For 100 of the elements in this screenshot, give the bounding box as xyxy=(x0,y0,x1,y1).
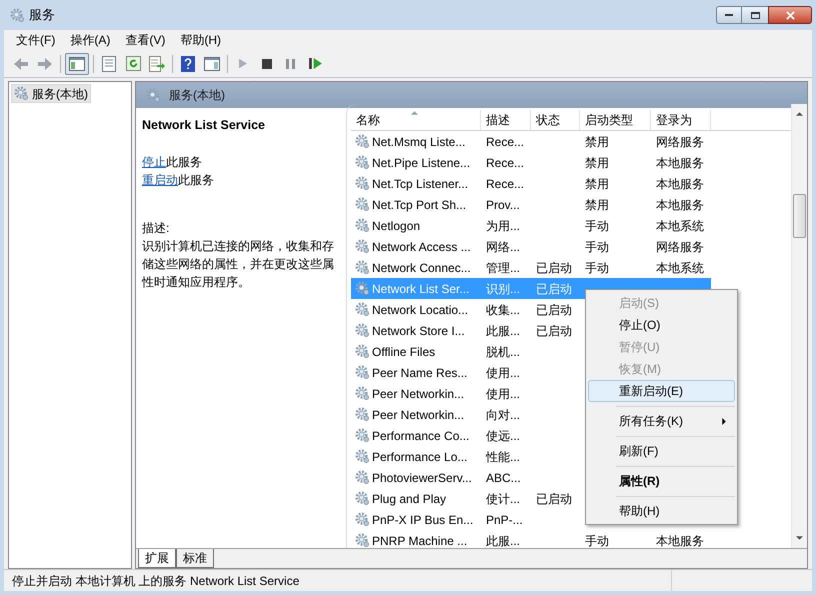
table-cell-text: Peer Name Res... xyxy=(372,364,468,382)
table-cell: 禁用 xyxy=(585,176,609,190)
service-row[interactable]: Netlogon 为用... 手动 本地系统 xyxy=(351,215,711,236)
menu-option[interactable]: 停止(O) xyxy=(588,314,735,336)
column-header[interactable]: 描述 xyxy=(481,110,531,130)
refresh-icon xyxy=(126,56,140,71)
window-panes-icon xyxy=(204,56,220,70)
pause-icon xyxy=(286,58,296,68)
gear-icon xyxy=(146,88,161,102)
menu-option[interactable]: 重新启动(E) xyxy=(588,380,735,402)
table-cell: 本地系统 xyxy=(656,218,704,232)
menu-item[interactable]: 帮助(H) xyxy=(174,31,227,49)
view-tab[interactable]: 扩展 xyxy=(138,549,176,568)
table-cell: 网络服务 xyxy=(656,240,704,254)
menu-item[interactable]: 查看(V) xyxy=(119,31,172,49)
table-cell-text: Network Store I... xyxy=(372,322,465,340)
table-cell: 网络服务 xyxy=(656,134,704,148)
column-header[interactable]: 状态 xyxy=(531,110,580,130)
table-cell-text: Performance Lo... xyxy=(372,448,468,466)
table-cell: 已启动 xyxy=(536,492,572,506)
table-cell: 网络... xyxy=(486,240,520,254)
table-cell-text: Net.Tcp Listener... xyxy=(372,176,468,192)
gear-icon xyxy=(355,323,370,338)
table-cell: ABC... xyxy=(486,470,521,484)
service-row[interactable]: Net.Tcp Listener... Rece... 禁用 本地服务 xyxy=(351,173,711,194)
gear-icon xyxy=(355,134,370,149)
close-button[interactable] xyxy=(768,6,812,24)
minimize-button[interactable] xyxy=(716,6,742,24)
action-text: 此服务 xyxy=(166,154,202,171)
service-row[interactable]: Net.Tcp Port Sh... Prov... 禁用 本地服务 xyxy=(351,194,711,215)
gear-icon xyxy=(355,470,370,485)
panel-title: 服务(本地) xyxy=(169,87,225,104)
table-cell-text: Peer Networkin... xyxy=(372,406,464,424)
document-icon xyxy=(102,56,116,72)
menu-option[interactable]: 帮助(H) xyxy=(588,500,735,522)
table-cell: 禁用 xyxy=(585,198,609,212)
table-cell-text: Network List Ser... xyxy=(372,280,470,298)
scroll-thumb[interactable] xyxy=(793,194,806,238)
table-cell: 禁用 xyxy=(585,156,609,170)
table-cell: 手动 xyxy=(585,260,609,274)
table-cell: Rece... xyxy=(486,156,524,170)
close-icon xyxy=(786,10,794,20)
column-header[interactable]: 登录为 xyxy=(651,110,711,130)
action-text: 此服务 xyxy=(178,172,214,189)
table-cell: 管理... xyxy=(486,260,520,274)
forward-arrow-icon xyxy=(37,56,53,72)
table-cell-text: Net.Msmq Liste... xyxy=(372,134,466,150)
table-cell: PnP-... xyxy=(486,512,523,526)
table-cell: 本地服务 xyxy=(656,176,704,190)
restart-icon xyxy=(308,58,322,69)
gear-icon xyxy=(355,197,370,212)
tree-toggle-button[interactable] xyxy=(65,52,89,74)
gear-icon xyxy=(355,365,370,380)
table-cell-text: PhotoviewerServ... xyxy=(372,470,472,486)
description-text: 识别计算机已连接的网络，收集和存储这些网络的属性，并在更改这些属性时通知应用程序。 xyxy=(142,238,335,291)
back-arrow-icon xyxy=(13,56,29,72)
table-cell: 使计... xyxy=(486,492,520,506)
gear-icon xyxy=(355,302,370,317)
window-title: 服务 xyxy=(29,6,55,24)
menu-option[interactable]: 刷新(F) xyxy=(588,440,735,462)
table-cell-text: Offline Files xyxy=(372,344,436,360)
table-cell: 手动 xyxy=(585,218,609,232)
gear-icon xyxy=(14,86,29,101)
action-link[interactable]: 停止 xyxy=(142,152,166,171)
window-panes-icon xyxy=(69,56,85,70)
stop-icon xyxy=(262,58,272,68)
menu-item[interactable]: 文件(F) xyxy=(10,31,62,49)
maximize-button[interactable] xyxy=(742,6,768,24)
table-cell: 本地服务 xyxy=(656,198,704,212)
gear-icon xyxy=(355,428,370,443)
menu-option[interactable]: 所有任务(K) xyxy=(588,410,735,432)
table-cell-text: Performance Co... xyxy=(372,428,470,444)
menu-item[interactable]: 操作(A) xyxy=(64,31,116,49)
gear-icon xyxy=(355,176,370,191)
description-label: 描述: xyxy=(142,220,170,237)
service-row[interactable]: Net.Msmq Liste... Rece... 禁用 网络服务 xyxy=(351,131,711,152)
action-link[interactable]: 重启动 xyxy=(142,170,178,189)
table-cell: 已启动 xyxy=(536,282,572,296)
column-header[interactable]: 启动类型 xyxy=(580,110,651,130)
vertical-scrollbar[interactable] xyxy=(791,104,807,548)
service-row[interactable]: PNRP Machine ... 此服... 手动 本地服务 xyxy=(351,530,711,548)
table-cell-text: Network Access ... xyxy=(372,238,471,256)
view-tab[interactable]: 标准 xyxy=(176,549,214,568)
help-icon xyxy=(181,56,195,72)
table-cell-text: Plug and Play xyxy=(372,490,446,508)
gear-icon xyxy=(355,218,370,233)
service-row[interactable]: Network Connec... 管理... 已启动 手动 本地系统 xyxy=(351,257,711,278)
gear-icon xyxy=(355,386,370,401)
menu-option[interactable]: 属性(R) xyxy=(588,470,735,492)
gear-icon xyxy=(355,533,370,548)
table-cell: 已启动 xyxy=(536,302,572,316)
scroll-up-icon xyxy=(796,112,803,116)
tree-item[interactable]: 服务(本地) xyxy=(11,84,91,103)
gear-icon xyxy=(355,407,370,422)
service-row[interactable]: Net.Pipe Listene... Rece... 禁用 本地服务 xyxy=(351,152,711,173)
table-cell: 已启动 xyxy=(536,324,572,338)
table-cell: Rece... xyxy=(486,134,524,148)
table-cell-text: Peer Networkin... xyxy=(372,386,464,402)
table-cell: 手动 xyxy=(585,534,609,548)
service-row[interactable]: Network Access ... 网络... 手动 网络服务 xyxy=(351,236,711,257)
